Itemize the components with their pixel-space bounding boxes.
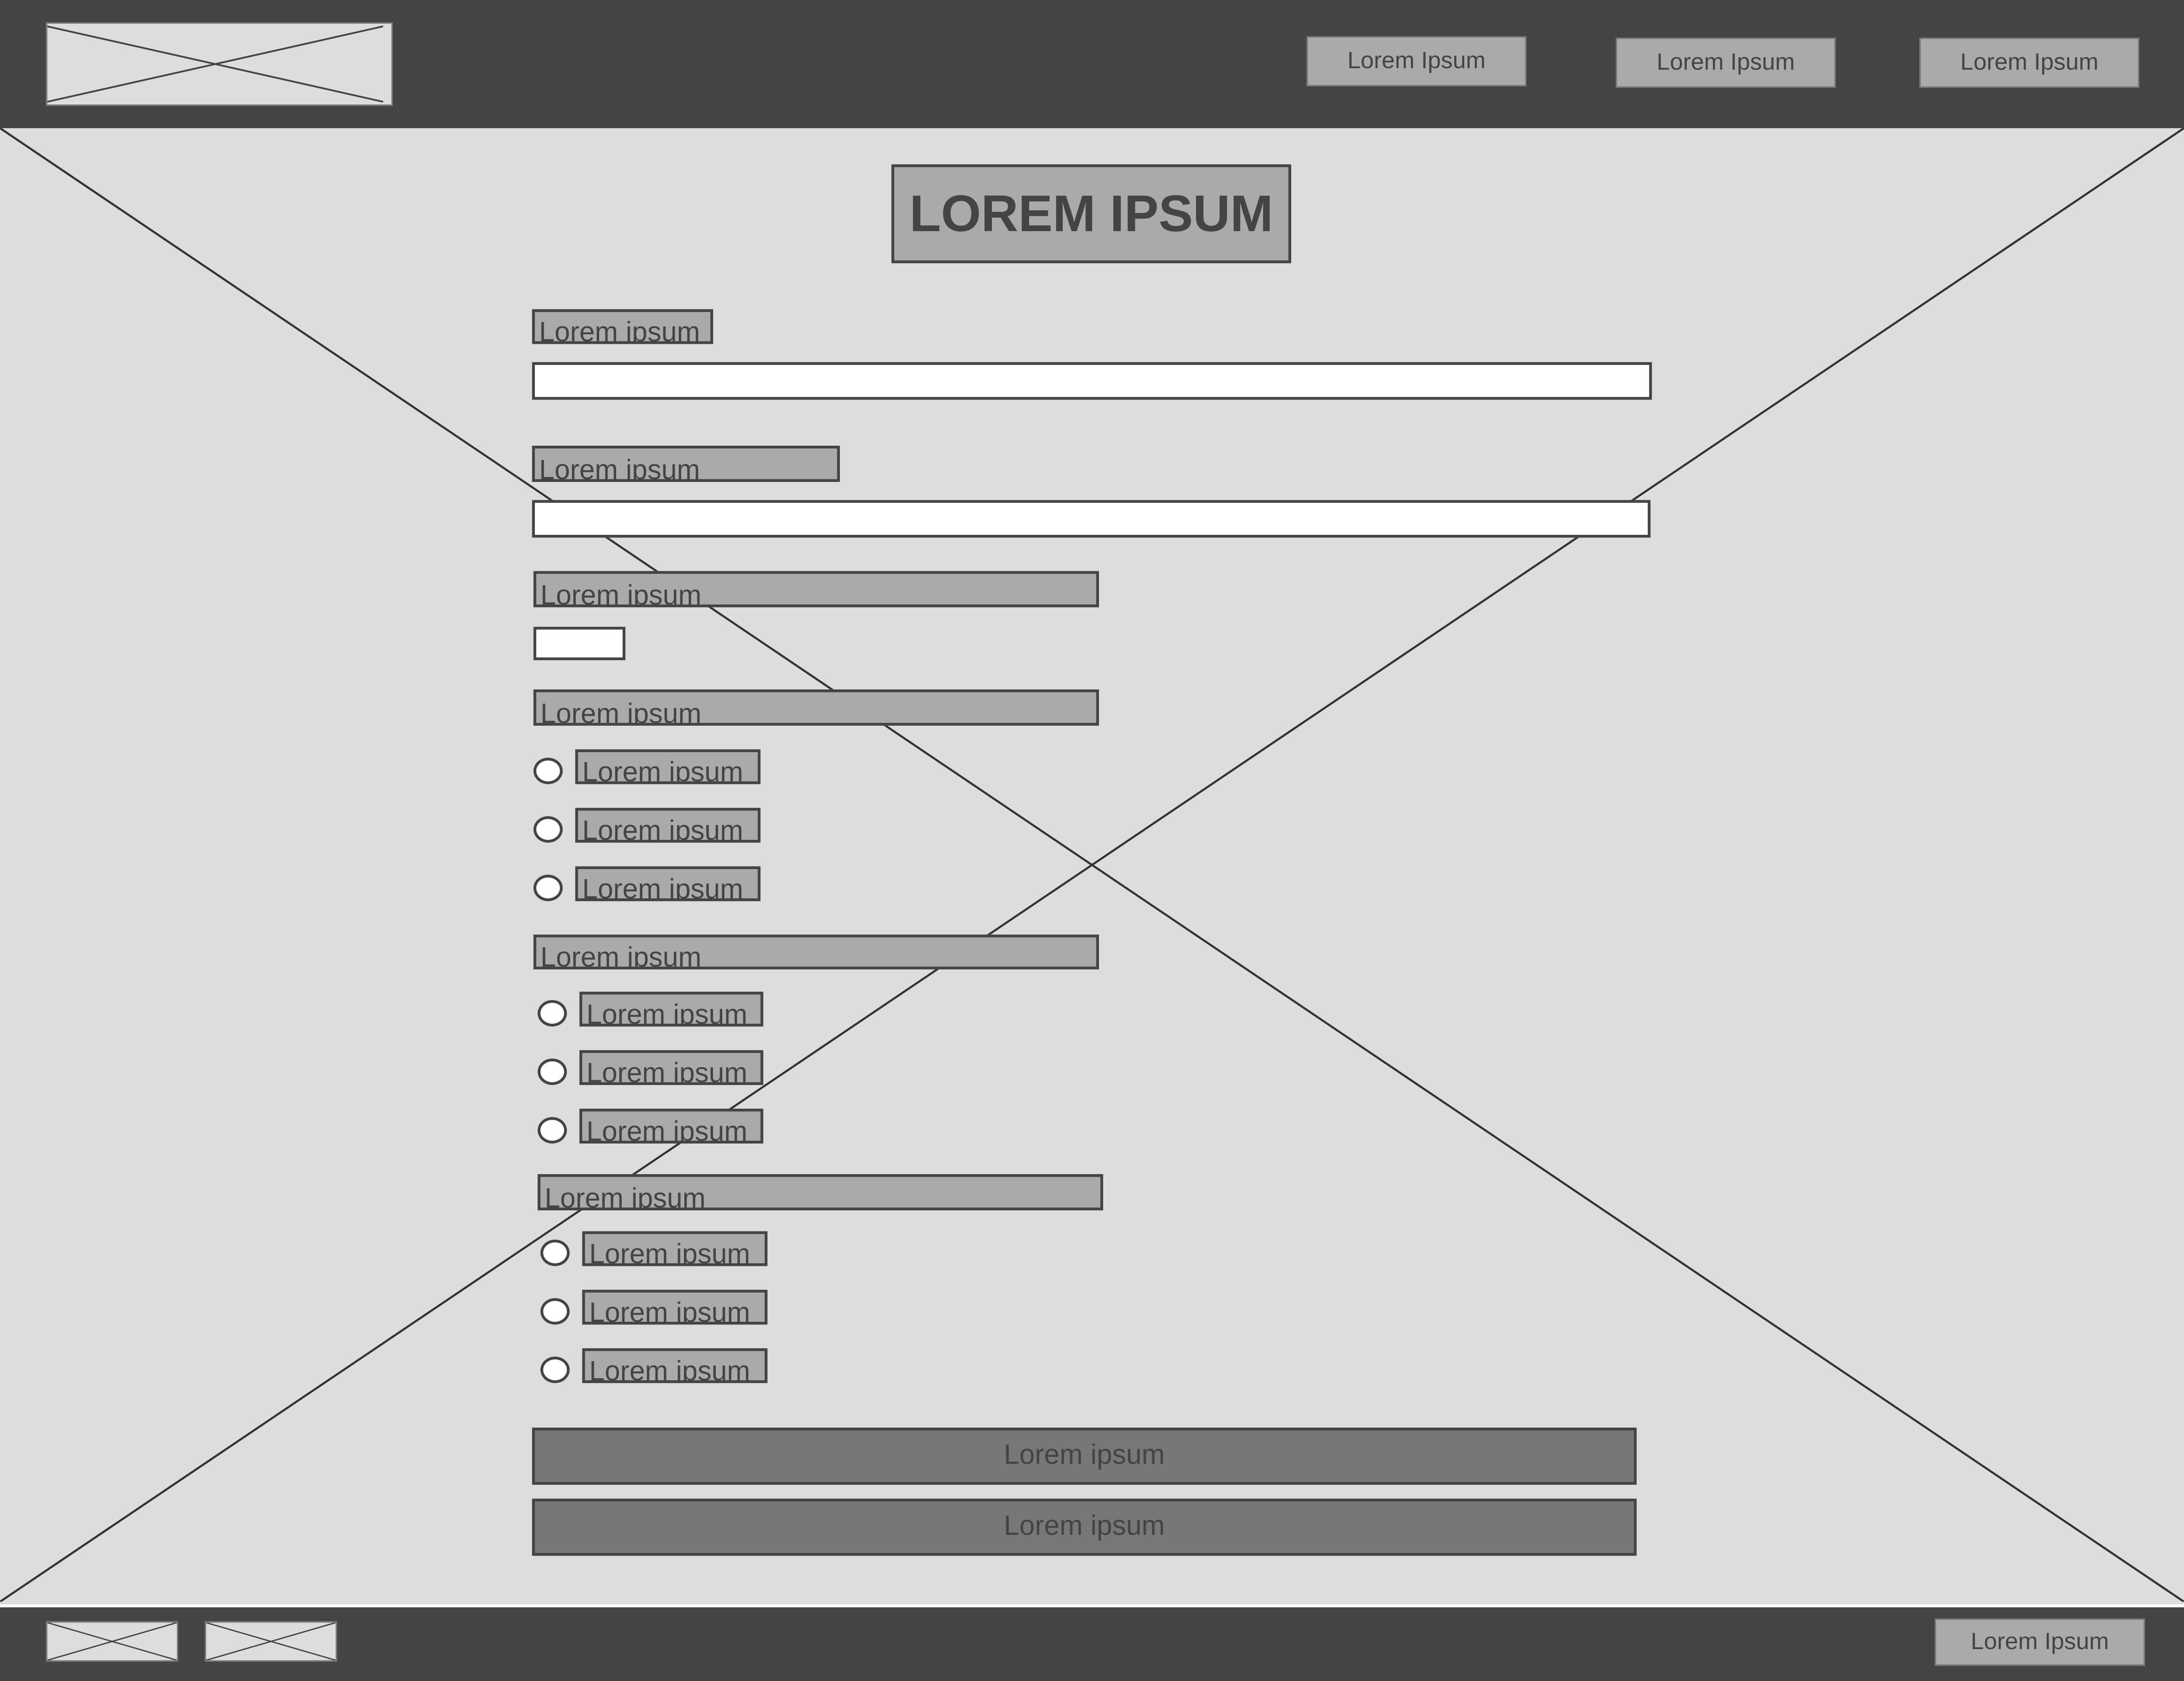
header: Lorem Ipsum Lorem Ipsum Lorem Ipsum [0, 0, 2184, 128]
text-input-1[interactable] [532, 362, 1652, 400]
background-image-placeholder-icon [0, 128, 2184, 1602]
radio-option-label[interactable]: Lorem ipsum [582, 1348, 768, 1383]
radio-button[interactable] [533, 874, 563, 901]
field-label-2-text: Lorem ipsum [539, 455, 700, 482]
radio-button[interactable] [533, 758, 563, 784]
radio-button[interactable] [537, 1117, 567, 1144]
radio-button[interactable] [537, 1000, 567, 1027]
radio-button[interactable] [537, 1058, 567, 1085]
radio-option-text: Lorem ipsum [582, 816, 743, 843]
logo-placeholder-icon[interactable] [46, 22, 393, 106]
radio-option-label[interactable]: Lorem ipsum [575, 808, 761, 843]
radio-option-text: Lorem ipsum [589, 1239, 750, 1266]
nav-button-3[interactable]: Lorem Ipsum [1919, 38, 2139, 88]
nav-button-1[interactable]: Lorem Ipsum [1306, 36, 1527, 87]
text-input-2[interactable] [532, 500, 1651, 538]
radio-group-3-label: Lorem ipsum [537, 1174, 1103, 1210]
radio-option-text: Lorem ipsum [582, 874, 743, 901]
radio-option-text: Lorem ipsum [582, 758, 743, 784]
radio-button[interactable] [540, 1239, 570, 1266]
radio-option-text: Lorem ipsum [586, 1117, 748, 1144]
radio-option-label[interactable]: Lorem ipsum [575, 866, 761, 901]
page-title: LOREM IPSUM [891, 164, 1291, 263]
radio-option-label[interactable]: Lorem ipsum [582, 1231, 768, 1266]
radio-group-1-label: Lorem ipsum [533, 689, 1099, 726]
radio-option-text: Lorem ipsum [586, 1000, 748, 1027]
secondary-button[interactable]: Lorem ipsum [532, 1498, 1637, 1556]
field-label-1-text: Lorem ipsum [539, 317, 700, 344]
field-label-3-text: Lorem ipsum [540, 581, 702, 607]
radio-button[interactable] [540, 1298, 570, 1325]
short-input[interactable] [533, 627, 626, 660]
field-label-3: Lorem ipsum [533, 571, 1099, 607]
footer-image-placeholder-icon[interactable] [205, 1621, 337, 1662]
radio-option-label[interactable]: Lorem ipsum [582, 1289, 768, 1325]
radio-option-text: Lorem ipsum [586, 1058, 748, 1085]
radio-group-3-label-text: Lorem ipsum [544, 1184, 706, 1210]
radio-group-2-label: Lorem ipsum [533, 934, 1099, 970]
page: Lorem Ipsum Lorem Ipsum Lorem Ipsum LORE… [0, 0, 2184, 1681]
footer-image-placeholder-icon[interactable] [46, 1621, 178, 1662]
radio-option-label[interactable]: Lorem ipsum [579, 1050, 763, 1085]
primary-button[interactable]: Lorem ipsum [532, 1428, 1637, 1485]
field-label-2: Lorem ipsum [532, 446, 840, 482]
footer: Lorem Ipsum [0, 1605, 2184, 1681]
radio-option-text: Lorem ipsum [589, 1356, 750, 1383]
field-label-1: Lorem ipsum [532, 309, 713, 344]
nav-button-2[interactable]: Lorem Ipsum [1615, 38, 1836, 88]
radio-option-text: Lorem ipsum [589, 1298, 750, 1325]
footer-button[interactable]: Lorem Ipsum [1934, 1618, 2145, 1666]
radio-button[interactable] [533, 816, 563, 843]
radio-option-label[interactable]: Lorem ipsum [575, 749, 761, 784]
radio-button[interactable] [540, 1356, 570, 1383]
radio-option-label[interactable]: Lorem ipsum [579, 1109, 763, 1144]
radio-option-label[interactable]: Lorem ipsum [579, 991, 763, 1027]
radio-group-2-label-text: Lorem ipsum [540, 943, 702, 970]
radio-group-1-label-text: Lorem ipsum [540, 699, 702, 726]
